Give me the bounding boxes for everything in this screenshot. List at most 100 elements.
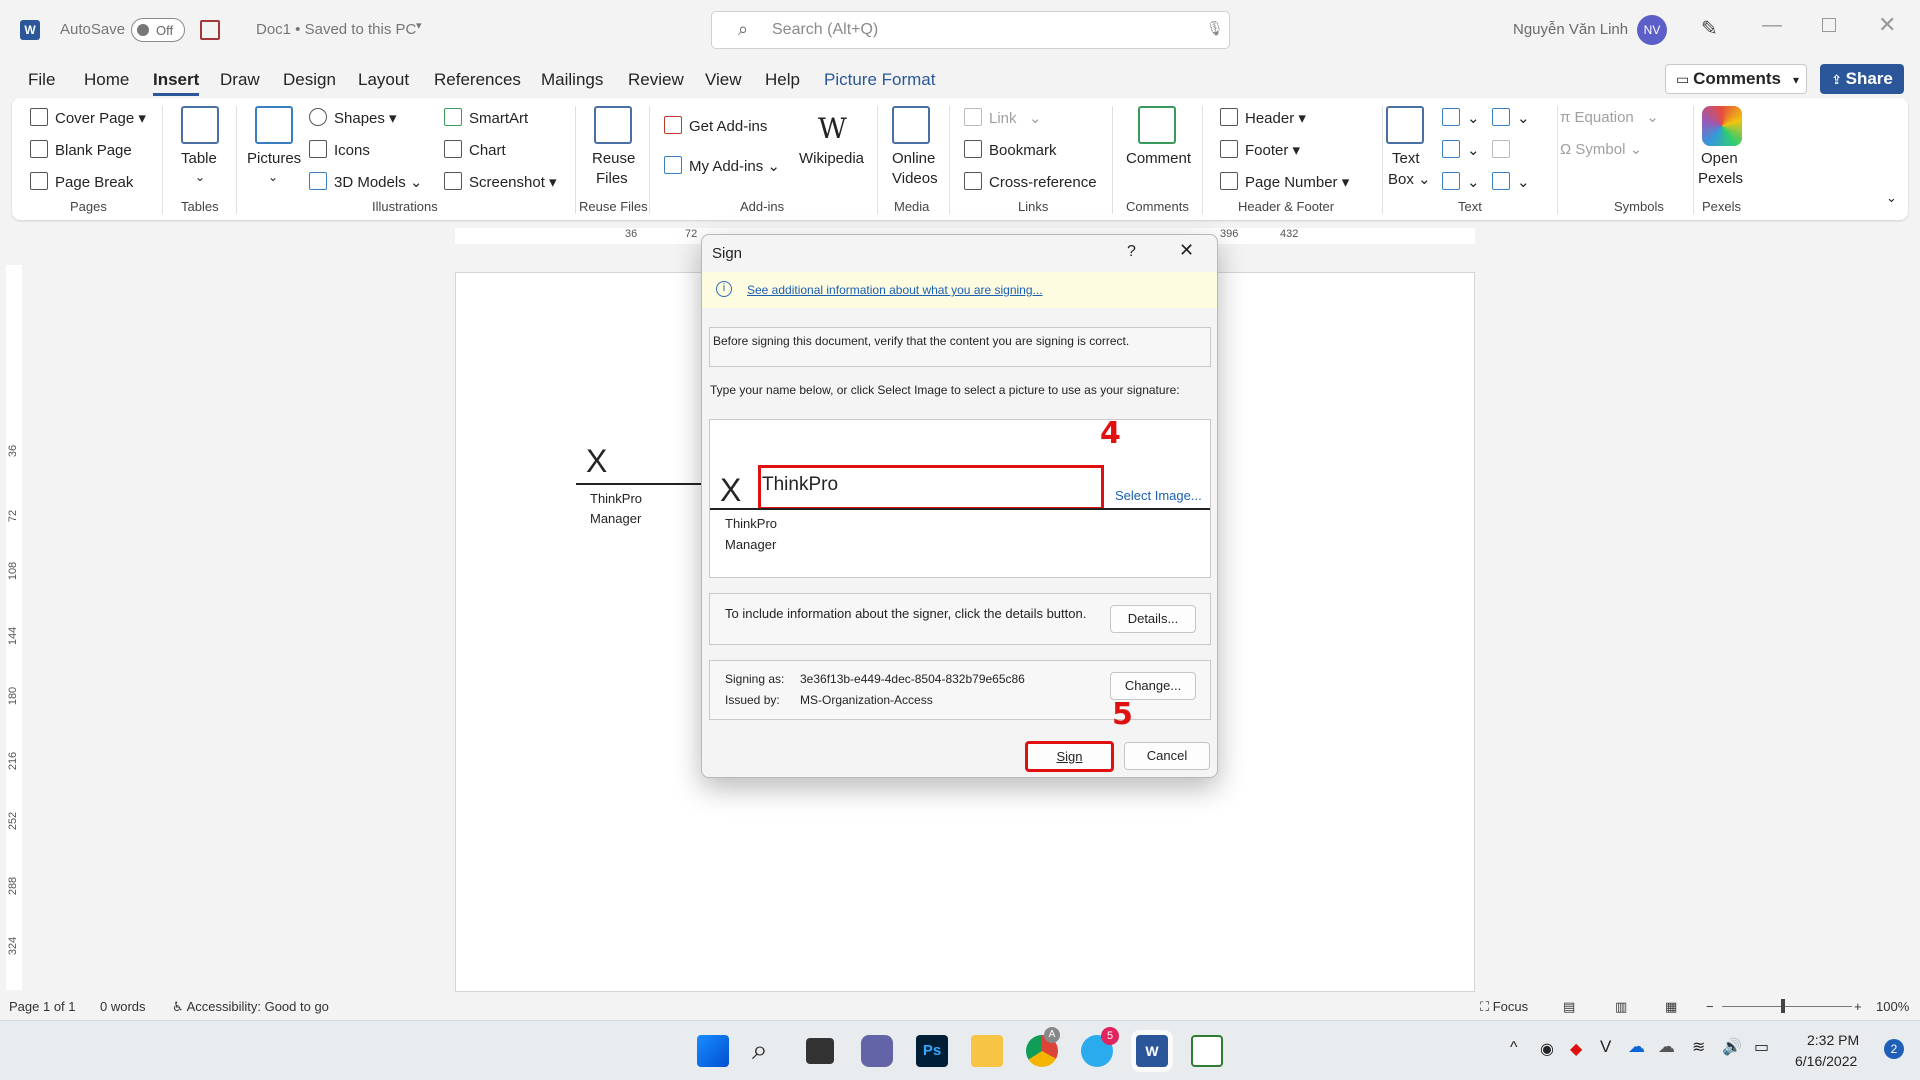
tab-insert[interactable]: Insert: [153, 70, 200, 96]
chrome-icon[interactable]: A: [1026, 1027, 1060, 1067]
pictures-button[interactable]: Pictures: [247, 150, 301, 167]
tab-help[interactable]: Help: [765, 70, 800, 90]
telegram-icon[interactable]: 5: [1081, 1027, 1119, 1067]
tab-home[interactable]: Home: [84, 70, 129, 90]
zoom-slider[interactable]: [1722, 1006, 1852, 1007]
page-count[interactable]: Page 1 of 1: [9, 999, 76, 1014]
select-image-link[interactable]: Select Image...: [1115, 488, 1202, 503]
get-addins-button[interactable]: Get Add-ins: [664, 116, 767, 135]
battery-icon[interactable]: ▭: [1754, 1037, 1769, 1057]
focus-button[interactable]: ⛶ Focus: [1480, 999, 1528, 1015]
icons-button[interactable]: Icons: [309, 140, 370, 159]
drop-cap-icon[interactable]: ⌄: [1442, 172, 1480, 191]
avatar[interactable]: NV: [1637, 15, 1667, 45]
screenshot-button[interactable]: Screenshot ▾: [444, 172, 557, 191]
open-pexels-button[interactable]: Open: [1701, 150, 1738, 167]
object-icon[interactable]: ⌄: [1492, 172, 1530, 191]
quick-parts-icon[interactable]: ⌄: [1442, 108, 1480, 127]
info-link[interactable]: See additional information about what yo…: [747, 283, 1043, 297]
zoom-slider-thumb[interactable]: [1781, 999, 1785, 1013]
accessibility-status[interactable]: ♿ Accessibility: Good to go: [172, 999, 329, 1015]
share-button[interactable]: ⇪ Share: [1820, 64, 1904, 94]
page-break-button[interactable]: Page Break: [30, 172, 133, 191]
zoom-level[interactable]: 100%: [1876, 999, 1909, 1014]
microphone-icon[interactable]: 🎙: [1206, 20, 1224, 37]
signing-app-icon[interactable]: [1191, 1035, 1223, 1067]
chart-button[interactable]: Chart: [444, 140, 506, 159]
my-addins-button[interactable]: My Add-ins ⌄: [664, 156, 780, 175]
restore-icon[interactable]: [1822, 18, 1836, 32]
search-box[interactable]: ⌕ Search (Alt+Q) 🎙: [711, 11, 1230, 49]
tab-draw[interactable]: Draw: [220, 70, 260, 90]
open-pexels-label-2[interactable]: Pexels: [1698, 170, 1743, 187]
shapes-button[interactable]: Shapes ▾: [309, 108, 397, 127]
minimize-icon[interactable]: —: [1762, 14, 1782, 37]
wordart-icon[interactable]: ⌄: [1442, 140, 1480, 159]
word-count[interactable]: 0 words: [100, 999, 146, 1014]
search-input[interactable]: Search (Alt+Q): [772, 21, 878, 39]
reuse-files-label-2[interactable]: Files: [596, 170, 628, 187]
tab-layout[interactable]: Layout: [358, 70, 409, 90]
file-explorer-icon[interactable]: [971, 1035, 1003, 1067]
tray-app-icon[interactable]: ◉: [1540, 1039, 1554, 1059]
chevron-down-icon[interactable]: ⌄: [195, 170, 205, 184]
tab-view[interactable]: View: [705, 70, 742, 90]
wikipedia-button[interactable]: Wikipedia: [799, 150, 864, 167]
clock-date[interactable]: 6/16/2022: [1795, 1053, 1857, 1069]
smartart-button[interactable]: SmartArt: [444, 108, 528, 127]
signature-line-icon[interactable]: ⌄: [1492, 108, 1530, 127]
pen-icon[interactable]: ✎: [1701, 16, 1718, 41]
reuse-files-button[interactable]: Reuse: [592, 150, 635, 167]
print-layout-icon[interactable]: ▥: [1615, 999, 1627, 1015]
footer-button[interactable]: Footer ▾: [1220, 140, 1300, 159]
start-icon[interactable]: [697, 1035, 729, 1067]
autosave-toggle[interactable]: Off: [131, 18, 185, 42]
header-button[interactable]: Header ▾: [1220, 108, 1306, 127]
word-taskbar-icon[interactable]: W: [1136, 1035, 1168, 1067]
onedrive-icon[interactable]: ☁: [1628, 1037, 1645, 1057]
help-icon[interactable]: ?: [1127, 243, 1136, 261]
comments-button[interactable]: ▭ Comments ▾: [1665, 64, 1807, 94]
chevron-down-icon[interactable]: ⌄: [268, 170, 278, 184]
zoom-in-icon[interactable]: +: [1854, 999, 1862, 1014]
text-box-label-2[interactable]: Box ⌄: [1388, 170, 1431, 188]
close-icon[interactable]: ✕: [1878, 12, 1896, 38]
page-number-button[interactable]: Page Number ▾: [1220, 172, 1349, 191]
tab-design[interactable]: Design: [283, 70, 336, 90]
read-mode-icon[interactable]: ▤: [1563, 999, 1575, 1015]
clock-time[interactable]: 2:32 PM: [1807, 1032, 1859, 1048]
cover-page-button[interactable]: Cover Page ▾: [30, 108, 146, 127]
online-videos-button[interactable]: Online: [892, 150, 935, 167]
online-videos-label-2[interactable]: Videos: [892, 170, 938, 187]
task-view-icon[interactable]: [806, 1038, 834, 1064]
bookmark-button[interactable]: Bookmark: [964, 140, 1057, 159]
web-layout-icon[interactable]: ▦: [1665, 999, 1677, 1015]
chevron-up-icon[interactable]: ^: [1510, 1039, 1518, 1057]
wifi-icon[interactable]: ≋: [1692, 1037, 1705, 1057]
save-icon[interactable]: [200, 20, 220, 40]
zoom-out-icon[interactable]: −: [1706, 999, 1714, 1014]
comment-button[interactable]: Comment: [1126, 150, 1191, 167]
teams-chat-icon[interactable]: [861, 1035, 893, 1067]
change-button[interactable]: Change...: [1110, 672, 1196, 700]
volume-icon[interactable]: 🔊: [1722, 1037, 1742, 1057]
document-title[interactable]: Doc1 • Saved to this PC: [256, 21, 416, 38]
tab-picture-format[interactable]: Picture Format: [824, 70, 935, 90]
photoshop-icon[interactable]: Ps: [916, 1035, 948, 1067]
search-icon[interactable]: ⌕: [752, 1035, 784, 1067]
vertical-ruler[interactable]: 36 72 108 144 180 216 252 288 324: [6, 265, 22, 990]
details-button[interactable]: Details...: [1110, 605, 1196, 633]
signature-line[interactable]: X ThinkPro Manager: [576, 443, 716, 526]
anydesk-icon[interactable]: ◆: [1570, 1039, 1582, 1059]
equation-button[interactable]: π Equation ⌄: [1560, 108, 1659, 126]
onedrive-personal-icon[interactable]: ☁: [1658, 1037, 1675, 1057]
chevron-down-icon[interactable]: ▾: [416, 19, 422, 32]
symbol-button[interactable]: Ω Symbol ⌄: [1560, 140, 1642, 158]
tab-review[interactable]: Review: [628, 70, 684, 90]
signature-input[interactable]: ThinkPro: [758, 465, 1104, 510]
cross-reference-button[interactable]: Cross-reference: [964, 172, 1097, 191]
table-button[interactable]: Table: [181, 150, 217, 167]
text-box-button[interactable]: Text: [1392, 150, 1420, 167]
3d-models-button[interactable]: 3D Models ⌄: [309, 172, 422, 191]
notification-badge[interactable]: 2: [1884, 1039, 1904, 1059]
